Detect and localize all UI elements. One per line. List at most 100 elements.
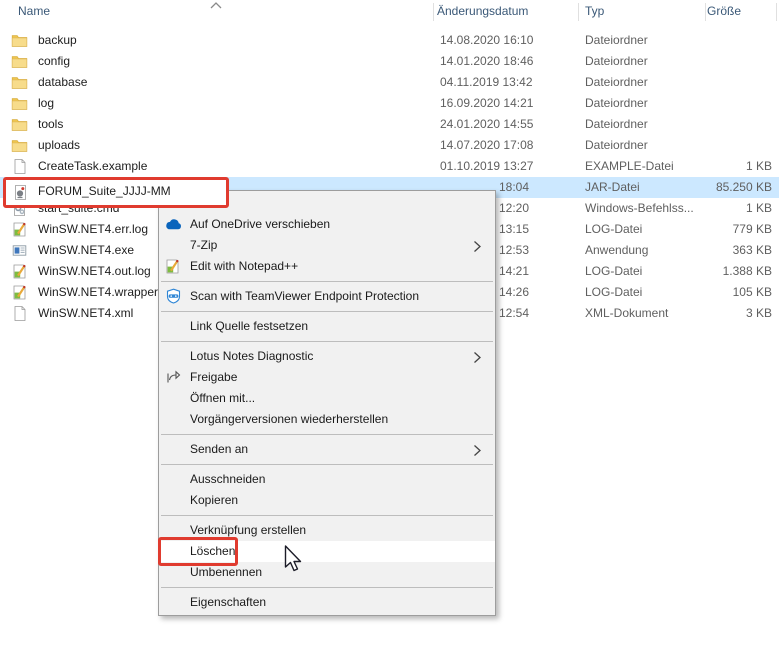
file-icon [11, 305, 28, 322]
file-type: Dateiordner [585, 135, 648, 156]
file-type: Dateiordner [585, 72, 648, 93]
menu-item-label: Lotus Notes Diagnostic [190, 349, 313, 363]
menu-item-label: Öffnen mit... [190, 391, 255, 405]
menu-separator [161, 434, 493, 435]
menu-item-label: Vorgängerversionen wiederherstellen [190, 412, 388, 426]
file-modified-date: 01.10.2019 13:27 [440, 156, 533, 177]
menu-item-label: Eigenschaften [190, 595, 266, 609]
menu-item-auf-onedrive-verschieben[interactable]: Auf OneDrive verschieben [159, 214, 495, 235]
file-name[interactable]: database [38, 72, 87, 93]
file-type: Dateiordner [585, 51, 648, 72]
file-row[interactable]: uploads 14.07.2020 17:08 Dateiordner [0, 135, 779, 156]
file-modified-date: 14.07.2020 17:08 [440, 135, 533, 156]
file-name[interactable]: WinSW.NET4.err.log [38, 219, 148, 240]
folder-icon [11, 74, 28, 91]
file-size: 1 KB [640, 156, 772, 177]
file-type: Dateiordner [585, 114, 648, 135]
file-type: Anwendung [585, 240, 648, 261]
notepadpp-icon [11, 221, 28, 238]
column-header-name[interactable]: Name [18, 0, 50, 23]
onedrive-icon [164, 216, 183, 233]
file-size: 1 KB [640, 198, 772, 219]
menu-item-öffnen-mit-[interactable]: Öffnen mit... [159, 388, 495, 409]
menu-item-label: Kopieren [190, 493, 238, 507]
file-size [640, 51, 772, 72]
file-name[interactable]: CreateTask.example [38, 156, 147, 177]
file-modified-date: 24.01.2020 14:55 [440, 114, 533, 135]
notepadpp-icon [11, 284, 28, 301]
menu-item-scan-with-teamviewer-endpoint-protection[interactable]: Scan with TeamViewer Endpoint Protection [159, 286, 495, 307]
file-size [640, 30, 772, 51]
notepadpp-icon [11, 263, 28, 280]
column-divider[interactable] [776, 3, 777, 21]
menu-item-7-zip[interactable]: 7-Zip [159, 235, 495, 256]
file-size: 3 KB [640, 303, 772, 324]
annotation-box-file: FORUM_Suite_JJJJ-MM [3, 177, 229, 208]
file-name[interactable]: config [38, 51, 70, 72]
file-row[interactable]: database04.11.2019 13:42Dateiordner [0, 72, 779, 93]
file-name[interactable]: WinSW.NET4.exe [38, 240, 134, 261]
file-size: 1.388 KB [640, 261, 772, 282]
file-row[interactable]: backup14.08.2020 16:10Dateiordner [0, 30, 779, 51]
file-modified-date: 12:20 [499, 198, 529, 219]
jar-file-icon [12, 184, 29, 201]
teamviewer-shield-icon [164, 288, 183, 305]
file-row[interactable]: log16.09.2020 14:21Dateiordner [0, 93, 779, 114]
menu-item-senden-an[interactable]: Senden an [159, 439, 495, 460]
file-modified-date: 14:26 [499, 282, 529, 303]
submenu-arrow-icon [473, 239, 482, 252]
folder-icon [11, 32, 28, 49]
file-name[interactable]: WinSW.NET4.out.log [38, 261, 151, 282]
menu-item-link-quelle-festsetzen[interactable]: Link Quelle festsetzen [159, 316, 495, 337]
file-modified-date: 12:54 [499, 303, 529, 324]
column-divider[interactable] [705, 3, 706, 21]
file-type: Dateiordner [585, 30, 648, 51]
file-row[interactable]: CreateTask.example01.10.2019 13:27EXAMPL… [0, 156, 779, 177]
submenu-arrow-icon [473, 350, 482, 363]
menu-item-label: Ausschneiden [190, 472, 265, 486]
file-name[interactable]: WinSW.NET4.xml [38, 303, 133, 324]
file-type: LOG-Datei [585, 282, 642, 303]
file-modified-date: 12:53 [499, 240, 529, 261]
column-header-type[interactable]: Typ [585, 0, 604, 23]
folder-icon [11, 53, 28, 70]
submenu-arrow-icon [473, 443, 482, 456]
menu-separator [161, 587, 493, 588]
menu-item-label: 7-Zip [190, 238, 217, 252]
menu-item-kopieren[interactable]: Kopieren [159, 490, 495, 511]
file-name[interactable]: backup [38, 30, 77, 51]
menu-separator [161, 281, 493, 282]
file-size: 779 KB [640, 219, 772, 240]
folder-icon [11, 137, 28, 154]
file-type: LOG-Datei [585, 219, 642, 240]
menu-item-freigabe[interactable]: Freigabe [159, 367, 495, 388]
menu-item-vorgängerversionen-wiederherstellen[interactable]: Vorgängerversionen wiederherstellen [159, 409, 495, 430]
file-name[interactable]: FORUM_Suite_JJJJ-MM [38, 181, 171, 202]
menu-item-eigenschaften[interactable]: Eigenschaften [159, 592, 495, 613]
file-explorer-window: Name Änderungsdatum Typ Größe backup14.0… [0, 0, 783, 669]
menu-item-label: Edit with Notepad++ [190, 259, 298, 273]
column-header-size[interactable]: Größe [707, 0, 741, 23]
menu-separator [161, 464, 493, 465]
file-size: 363 KB [640, 240, 772, 261]
menu-item-ausschneiden[interactable]: Ausschneiden [159, 469, 495, 490]
file-row[interactable]: config14.01.2020 18:46Dateiordner [0, 51, 779, 72]
file-name[interactable]: WinSW.NET4.wrapper. [38, 282, 161, 303]
menu-item-edit-with-notepad-[interactable]: Edit with Notepad++ [159, 256, 495, 277]
file-modified-date: 18:04 [499, 177, 529, 198]
file-name[interactable]: tools [38, 114, 63, 135]
file-row[interactable]: tools 24.01.2020 14:55 Dateiordner [0, 114, 779, 135]
exe-icon [11, 242, 28, 259]
menu-item-label: Verknüpfung erstellen [190, 523, 306, 537]
column-divider[interactable] [433, 3, 434, 21]
file-icon [11, 158, 28, 175]
mouse-cursor-icon [284, 545, 303, 574]
file-name[interactable]: log [38, 93, 54, 114]
sort-ascending-chevron[interactable] [209, 1, 223, 10]
menu-item-label: Link Quelle festsetzen [190, 319, 308, 333]
menu-item-label: Freigabe [190, 370, 237, 384]
column-header-modified[interactable]: Änderungsdatum [437, 0, 528, 23]
menu-item-lotus-notes-diagnostic[interactable]: Lotus Notes Diagnostic [159, 346, 495, 367]
file-name[interactable]: uploads [38, 135, 80, 156]
column-divider[interactable] [578, 3, 579, 21]
